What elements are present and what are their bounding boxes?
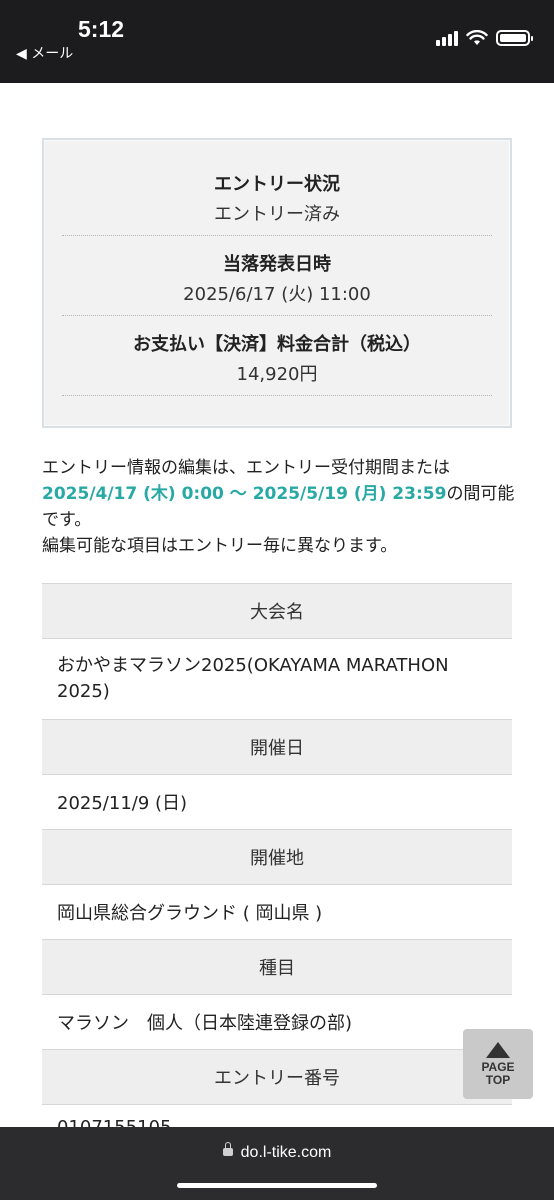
battery-icon: [496, 30, 533, 46]
category-value: マラソン 個人（日本陸連登録の部): [57, 1013, 353, 1034]
edit-info-note: 編集可能な項目はエントリー毎に異なります。: [42, 536, 398, 556]
entry-details-table: 大会名 おかやまマラソン2025(OKAYAMA MARATHON 2025) …: [42, 583, 512, 1105]
lock-icon: [222, 1141, 233, 1156]
date-header: 開催日: [42, 719, 512, 775]
entry-summary-box: エントリー状況 エントリー済み 当落発表日時 2025/6/17 (火) 11:…: [42, 138, 512, 428]
venue-value: 岡山県総合グラウンド ( 岡山県 ): [57, 903, 323, 924]
url-text: do.l-tike.com: [240, 1144, 332, 1161]
announcement-section: 当落発表日時 2025/6/17 (火) 11:00: [62, 250, 492, 306]
payment-label: お支払い【決済】料金合計（税込）: [133, 334, 421, 355]
status-bar: 5:12 ◀ メール: [0, 0, 554, 83]
wifi-icon: [466, 30, 488, 45]
date-value: 2025/11/9 (日): [57, 793, 188, 814]
page-top-label-1: PAGE: [481, 1059, 515, 1074]
cellular-signal-icon: [436, 30, 458, 46]
entry-number-header: エントリー番号: [42, 1049, 512, 1105]
payment-value: 14,920円: [236, 364, 318, 385]
divider: [62, 315, 492, 316]
browser-url-bar[interactable]: do.l-tike.com: [0, 1127, 554, 1200]
page-top-button[interactable]: PAGE TOP: [463, 1029, 533, 1099]
edit-period: 2025/4/17 (木) 0:00 〜 2025/5/19 (月) 23:59: [42, 484, 447, 504]
event-name-value: おかやまマラソン2025(OKAYAMA MARATHON 2025): [57, 655, 449, 702]
entry-status-section: エントリー状況 エントリー済み: [62, 170, 492, 226]
page-top-label-2: TOP: [485, 1072, 511, 1087]
announcement-value: 2025/6/17 (火) 11:00: [183, 284, 371, 305]
edit-info-text: エントリー情報の編集は、エントリー受付期間または 2025/4/17 (木) 0:…: [42, 455, 516, 559]
category-header: 種目: [42, 939, 512, 995]
back-to-mail-button[interactable]: ◀ メール: [16, 43, 73, 63]
event-name-header: 大会名: [42, 583, 512, 639]
arrow-up-icon: [486, 1041, 510, 1058]
edit-info-intro: エントリー情報の編集は、エントリー受付期間または: [42, 458, 450, 478]
announcement-label: 当落発表日時: [223, 254, 331, 275]
entry-number-value: 0107155105: [57, 1117, 172, 1127]
home-indicator[interactable]: [177, 1183, 377, 1188]
url-display[interactable]: do.l-tike.com: [0, 1141, 554, 1162]
divider: [62, 235, 492, 236]
status-icons: [436, 30, 533, 46]
entry-status-label: エントリー状況: [214, 174, 340, 195]
divider: [62, 395, 492, 396]
entry-status-value: エントリー済み: [214, 204, 340, 225]
clock: 5:12: [78, 16, 125, 42]
payment-section: お支払い【決済】料金合計（税込） 14,920円: [62, 330, 492, 386]
venue-header: 開催地: [42, 829, 512, 885]
